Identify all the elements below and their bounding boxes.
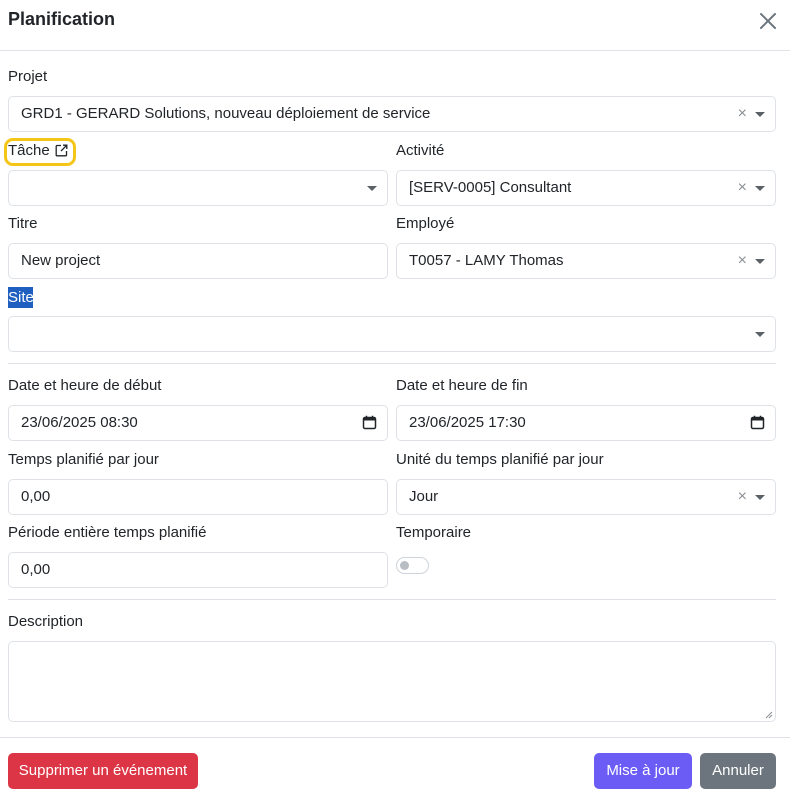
modal-title: Planification — [8, 9, 116, 29]
unite-value: Jour — [409, 488, 439, 505]
update-button[interactable]: Mise à jour — [594, 753, 692, 789]
footer-divider — [0, 737, 790, 738]
date-debut-label: Date et heure de début — [8, 377, 162, 394]
unite-label: Unité du temps planifié par jour — [396, 451, 604, 468]
activite-label: Activité — [396, 142, 445, 159]
tache-select[interactable] — [8, 170, 388, 206]
employe-select[interactable]: T0057 - LAMY Thomas × — [396, 243, 776, 279]
unite-clear-icon[interactable]: × — [738, 480, 747, 514]
titre-label: Titre — [8, 215, 38, 232]
temporaire-toggle[interactable] — [396, 557, 429, 574]
tache-label: Tâche — [8, 142, 50, 159]
chevron-down-icon[interactable] — [755, 186, 765, 191]
date-fin-label: Date et heure de fin — [396, 377, 528, 394]
date-debut-value: 23/06/2025 08:30 — [21, 414, 138, 431]
chevron-down-icon[interactable] — [367, 186, 377, 191]
projet-select[interactable]: GRD1 - GERARD Solutions, nouveau déploie… — [8, 96, 776, 132]
titre-input[interactable]: New project — [8, 243, 388, 279]
close-icon[interactable] — [756, 9, 780, 33]
periode-label: Période entière temps planifié — [8, 524, 207, 541]
description-label: Description — [8, 613, 84, 630]
employe-label: Employé — [396, 215, 455, 232]
temps-jour-value: 0,00 — [21, 488, 51, 505]
chevron-down-icon[interactable] — [755, 495, 765, 500]
activite-value: [SERV-0005] Consultant — [409, 179, 572, 196]
chevron-down-icon[interactable] — [755, 259, 765, 264]
chevron-down-icon[interactable] — [755, 112, 765, 117]
periode-input[interactable]: 0,00 — [8, 552, 388, 588]
divider — [8, 599, 776, 600]
titre-value: New project — [21, 252, 101, 269]
activite-clear-icon[interactable]: × — [738, 171, 747, 205]
date-debut-input[interactable]: 23/06/2025 08:30 — [8, 405, 388, 441]
chevron-down-icon[interactable] — [755, 332, 765, 337]
site-select[interactable] — [8, 316, 776, 352]
employe-value: T0057 - LAMY Thomas — [409, 252, 564, 269]
date-fin-value: 23/06/2025 17:30 — [409, 414, 526, 431]
calendar-icon[interactable] — [750, 415, 765, 430]
temps-jour-input[interactable]: 0,00 — [8, 479, 388, 515]
employe-clear-icon[interactable]: × — [738, 244, 747, 278]
external-link-icon[interactable] — [55, 144, 68, 157]
modal-header: Planification — [0, 0, 790, 51]
description-textarea[interactable] — [8, 641, 776, 722]
periode-value: 0,00 — [21, 561, 51, 578]
projet-value: GRD1 - GERARD Solutions, nouveau déploie… — [21, 105, 431, 122]
temporaire-label: Temporaire — [396, 524, 472, 541]
cancel-button[interactable]: Annuler — [700, 753, 776, 789]
resize-handle-icon[interactable] — [764, 710, 773, 719]
toggle-knob — [400, 561, 409, 570]
site-label: Site — [8, 287, 34, 308]
calendar-icon[interactable] — [362, 415, 377, 430]
projet-label: Projet — [8, 68, 48, 85]
delete-event-button[interactable]: Supprimer un événement — [8, 753, 198, 789]
date-fin-input[interactable]: 23/06/2025 17:30 — [396, 405, 776, 441]
activite-select[interactable]: [SERV-0005] Consultant × — [396, 170, 776, 206]
projet-clear-icon[interactable]: × — [738, 97, 747, 131]
divider — [8, 363, 776, 364]
unite-select[interactable]: Jour × — [396, 479, 776, 515]
close-button[interactable] — [756, 9, 780, 33]
temps-jour-label: Temps planifié par jour — [8, 451, 159, 468]
